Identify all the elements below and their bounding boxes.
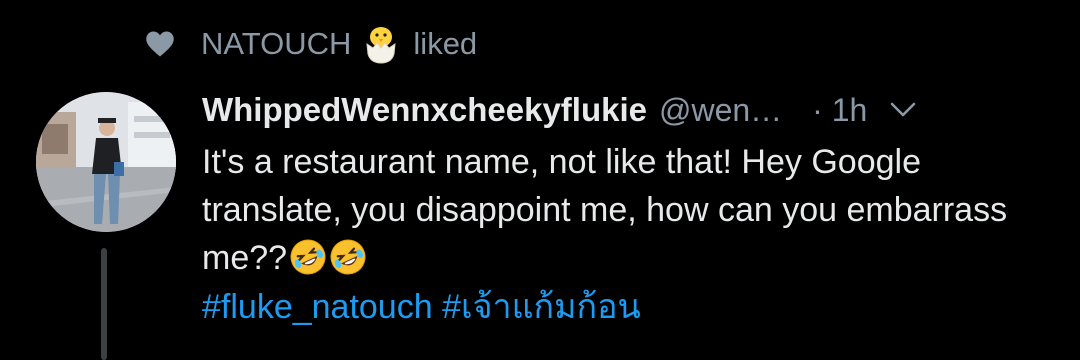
tweet-text: It's a restaurant name, not like that! H…: [202, 138, 1052, 282]
hashtag-link[interactable]: #เจ้าแก้มก้อน: [442, 288, 641, 326]
display-name[interactable]: WhippedWennxcheekyflukie: [202, 91, 647, 129]
user-handle[interactable]: @wen…: [659, 92, 782, 129]
social-context: NATOUCH liked: [145, 22, 477, 66]
hashtag-link[interactable]: #fluke_natouch: [202, 288, 433, 326]
hashtags: #fluke_natouch #เจ้าแก้มก้อน: [202, 282, 1062, 332]
tweet: WhippedWennxcheekyflukie @wen… · 1h It's…: [202, 84, 1062, 332]
rolling-on-floor-laughing-emoji: [330, 239, 366, 275]
heart-icon: [146, 31, 174, 57]
liked-action-label: liked: [413, 26, 478, 61]
tweet-header: WhippedWennxcheekyflukie @wen… · 1h: [202, 84, 1062, 136]
timestamp[interactable]: · 1h: [812, 92, 867, 129]
thread-line: [101, 248, 107, 360]
liked-by-user[interactable]: NATOUCH: [201, 26, 351, 62]
rolling-on-floor-laughing-emoji: [290, 239, 326, 275]
hatching-chick-emoji: [366, 27, 397, 64]
avatar[interactable]: [36, 92, 176, 232]
chevron-down-icon[interactable]: [889, 101, 917, 119]
